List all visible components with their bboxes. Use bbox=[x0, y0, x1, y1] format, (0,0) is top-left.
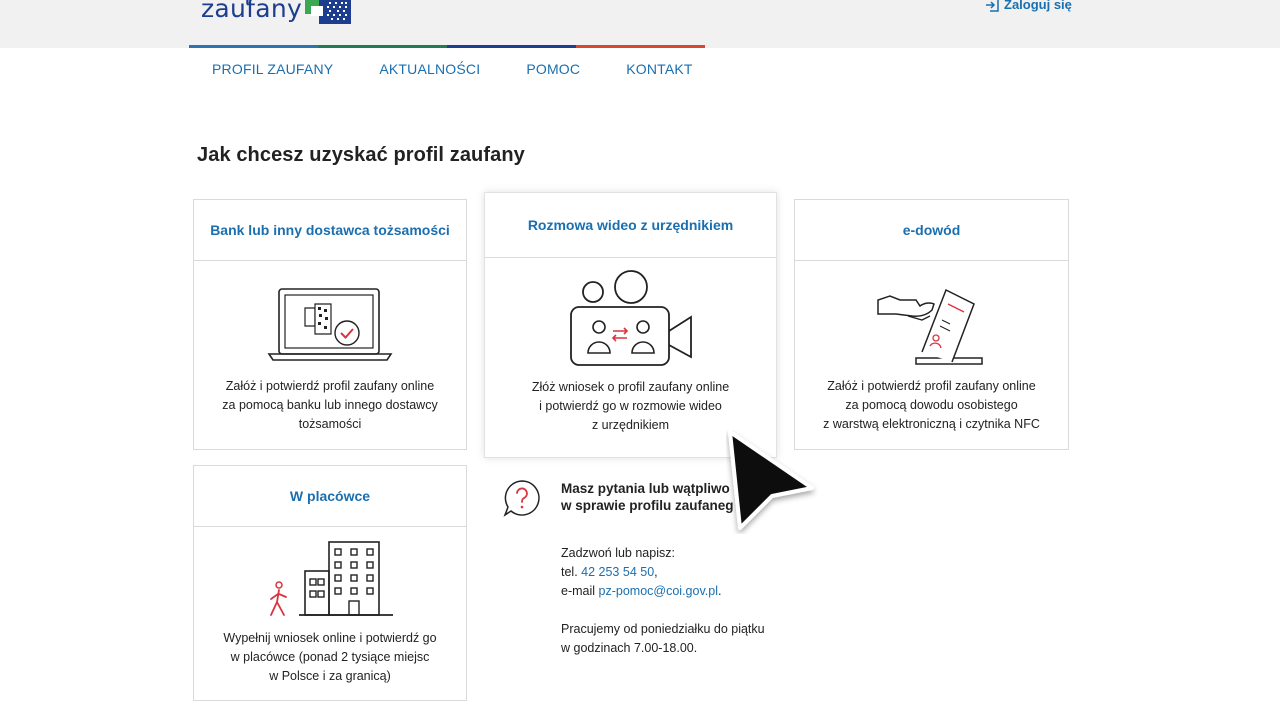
contact-details: Zadzwoń lub napisz: tel. 42 253 54 50, e… bbox=[561, 544, 801, 658]
email-suffix: . bbox=[717, 584, 722, 598]
card-title: Rozmowa wideo z urzędnikiem bbox=[485, 193, 776, 258]
logo-word-top: profil bbox=[244, 0, 309, 6]
login-link[interactable]: Zaloguj się bbox=[985, 0, 1072, 12]
email-link[interactable]: pz-pomoc@coi.gov.pl bbox=[599, 584, 718, 598]
main-nav: PROFIL ZAUFANY AKTUALNOŚCI POMOC KONTAKT bbox=[212, 61, 739, 77]
card-e-dowod[interactable]: e-dowód Załóż i potwierdź profil zaufany… bbox=[794, 199, 1069, 450]
nav-item-kontakt[interactable]: KONTAKT bbox=[626, 61, 692, 77]
card-desc-line: z warstwą elektroniczną i czytnika NFC bbox=[823, 417, 1040, 431]
contact-intro: Zadzwoń lub napisz: bbox=[561, 546, 675, 560]
card-video[interactable]: Rozmowa wideo z urzędnikiem Złóż wniosek… bbox=[484, 192, 777, 458]
question-bubble-icon bbox=[503, 480, 540, 517]
card-title: e-dowód bbox=[795, 200, 1068, 261]
logo-mark-icon bbox=[305, 0, 351, 24]
card-desc-line: Załóż i potwierdź profil zaufany online bbox=[225, 379, 435, 393]
color-stripe bbox=[189, 45, 705, 48]
site-logo[interactable]: profil zaufany bbox=[201, 0, 309, 24]
card-bank[interactable]: Bank lub inny dostawca tożsamości Załóż … bbox=[193, 199, 467, 450]
mouse-pointer-icon bbox=[728, 430, 814, 530]
card-desc-line: za pomocą dowodu osobistego bbox=[845, 398, 1018, 412]
contact-phone-row: tel. 42 253 54 50, bbox=[561, 563, 801, 582]
card-desc-line: za pomocą banku lub innego dostawcy bbox=[222, 398, 438, 412]
card-title: Bank lub inny dostawca tożsamości bbox=[194, 200, 466, 261]
card-desc-line: Wypełnij wniosek online i potwierdź go bbox=[223, 631, 437, 645]
phone-link[interactable]: 42 253 54 50 bbox=[581, 565, 654, 579]
card-desc-line: tożsamości bbox=[298, 417, 362, 431]
card-title: W placówce bbox=[194, 466, 466, 527]
contact-hours-line: w godzinach 7.00-18.00. bbox=[561, 641, 698, 655]
contact-hours-line: Pracujemy od poniedziałku do piątku bbox=[561, 622, 765, 636]
office-building-icon bbox=[270, 541, 393, 616]
stripe-segment bbox=[447, 45, 576, 48]
phone-suffix: , bbox=[654, 565, 658, 579]
login-icon bbox=[986, 0, 999, 12]
card-w-placowce[interactable]: W placówce Wypełnij wniosek online i pot… bbox=[193, 465, 467, 701]
login-label: Zaloguj się bbox=[1004, 0, 1072, 12]
nav-item-profil-zaufany[interactable]: PROFIL ZAUFANY bbox=[212, 61, 333, 77]
stripe-segment bbox=[318, 45, 447, 48]
card-desc-line: Złóż wniosek o profil zaufany online bbox=[531, 380, 730, 394]
nav-item-pomoc[interactable]: POMOC bbox=[526, 61, 580, 77]
email-prefix: e-mail bbox=[561, 584, 599, 598]
contact-email-row: e-mail pz-pomoc@coi.gov.pl. bbox=[561, 582, 801, 601]
nav-item-aktualnosci[interactable]: AKTUALNOŚCI bbox=[379, 61, 480, 77]
card-desc-line: w Polsce i za granicą) bbox=[269, 669, 391, 683]
card-desc-line: Załóż i potwierdź profil zaufany online bbox=[827, 379, 1036, 393]
page-title: Jak chcesz uzyskać profil zaufany bbox=[197, 144, 525, 166]
card-desc-line: i potwierdź go w rozmowie wideo bbox=[539, 399, 722, 413]
top-bar bbox=[0, 0, 1280, 48]
phone-prefix: tel. bbox=[561, 565, 582, 579]
stripe-segment bbox=[189, 45, 318, 48]
video-call-icon bbox=[569, 270, 692, 366]
id-card-reader-icon bbox=[876, 288, 983, 365]
stripe-segment bbox=[576, 45, 705, 48]
laptop-bank-icon bbox=[267, 288, 393, 361]
card-desc-line: w placówce (ponad 2 tysiące miejsc bbox=[230, 650, 430, 664]
